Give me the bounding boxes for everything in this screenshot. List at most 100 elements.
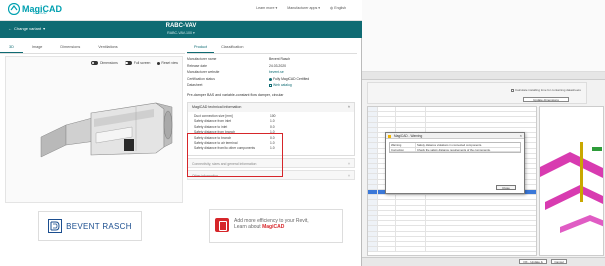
document-icon xyxy=(269,83,272,88)
table-cell xyxy=(368,169,378,174)
tab-product[interactable]: Product xyxy=(187,42,215,53)
toggle-switch[interactable] xyxy=(124,61,132,65)
damper-3d-model xyxy=(40,102,173,158)
product-title: RABC-VAV xyxy=(165,23,197,29)
table-cell xyxy=(378,215,396,221)
table-cell xyxy=(378,195,396,200)
technical-info-header[interactable]: MagiCAD technical information ˄ xyxy=(188,102,354,112)
table-cell xyxy=(368,127,378,132)
product-code-selector[interactable]: RABC-VAV-100 ▾ xyxy=(0,31,362,35)
bevent-rasch-name: BEVENT RASCH xyxy=(66,221,132,231)
table-cell xyxy=(368,236,378,241)
full-screen-label: Full screen xyxy=(133,61,151,65)
tab-3d[interactable]: 3D xyxy=(0,42,23,53)
reset-view-label: Reset view xyxy=(161,61,178,65)
table-cell xyxy=(378,107,396,112)
property-value: Bevent Rasch xyxy=(269,57,291,61)
table-cell xyxy=(378,122,396,127)
top-links: Learn more ▾ Manufacturer apps ▾ ◍ English xyxy=(256,6,346,10)
dimensions-toggle[interactable]: Dimensions xyxy=(91,61,118,65)
table-cell xyxy=(378,210,396,215)
table-cell xyxy=(368,164,378,169)
table-cell xyxy=(368,143,378,148)
tab-dimensions[interactable]: Dimensions xyxy=(51,42,89,53)
background-tab-strip xyxy=(361,72,605,80)
table-cell xyxy=(368,148,378,153)
tab-classification[interactable]: Classification xyxy=(214,42,250,53)
ok-update-close-button[interactable]: OK - Update & close xyxy=(519,259,547,266)
table-cell xyxy=(368,112,378,117)
viewer-toggles: Dimensions Full screen Reset view xyxy=(91,61,178,65)
property-label: Release date xyxy=(187,63,207,68)
learn-more-link[interactable]: Learn more ▾ xyxy=(256,6,277,10)
product-navbar: ← Change variant ▾ RABC-VAV RABC-VAV-100… xyxy=(0,21,362,38)
property-row: Manufacturer name Bevent Rasch xyxy=(187,56,355,63)
dialog-close-button[interactable]: Close xyxy=(496,185,516,190)
checkbox-box[interactable] xyxy=(511,88,514,92)
dialog-row-key: Correction xyxy=(390,147,416,152)
reset-icon xyxy=(157,61,161,65)
model-preview[interactable] xyxy=(539,106,604,256)
bevent-rasch-logo[interactable]: BEVENT RASCH xyxy=(38,211,142,241)
language-label: English xyxy=(334,6,346,10)
table-cell xyxy=(368,107,378,112)
certification-value: Fully MagiCAD Certified xyxy=(273,76,310,81)
table-cell xyxy=(378,117,396,122)
table-cell xyxy=(396,107,426,112)
datasheet-link[interactable]: Web catalog xyxy=(269,82,292,89)
reset-view-button[interactable]: Reset view xyxy=(157,61,178,65)
info-tabs: Product Classification xyxy=(187,42,357,54)
product-properties: Manufacturer name Bevent Rasch Release d… xyxy=(187,56,355,89)
property-label: Manufacturer website xyxy=(187,70,220,75)
table-cell xyxy=(368,200,378,205)
table-cell xyxy=(396,122,426,127)
table-cell xyxy=(378,205,396,210)
table-cell xyxy=(378,200,396,205)
toggle-switch[interactable] xyxy=(91,61,99,65)
3d-viewer[interactable]: Dimensions Full screen Reset view xyxy=(5,56,183,203)
table-cell xyxy=(368,205,378,210)
chevron-down-icon: ˅ xyxy=(348,161,350,166)
calculate-checkbox[interactable]: Calculate installing time for containing… xyxy=(511,88,581,92)
table-cell xyxy=(368,153,378,158)
table-cell xyxy=(396,236,426,241)
table-cell xyxy=(396,117,426,122)
tab-ventilations[interactable]: Ventilations xyxy=(89,42,126,53)
magicad-ad-banner[interactable]: Add more efficiency to your Revit, Learn… xyxy=(209,209,343,243)
viewer-tabs: 3D Image Dimensions Ventilations xyxy=(0,42,185,54)
table-cell xyxy=(396,241,426,247)
table-cell xyxy=(368,247,378,252)
table-cell xyxy=(378,241,396,247)
dialog-titlebar: MagiCAD - Warning × xyxy=(386,133,524,139)
learn-more-label: Learn more xyxy=(256,6,275,10)
update-dimensions-button[interactable]: Update dimensions xyxy=(523,97,569,102)
full-screen-toggle[interactable]: Full screen xyxy=(124,61,151,65)
tab-image[interactable]: Image xyxy=(23,42,52,53)
dialog-close-icon[interactable]: × xyxy=(520,133,522,139)
property-label: Manufacturer name xyxy=(187,57,217,61)
table-cell xyxy=(378,221,396,226)
table-cell xyxy=(396,195,426,200)
warning-icon xyxy=(388,134,391,138)
datasheet-label: Web catalog xyxy=(273,83,292,88)
bevent-rasch-icon xyxy=(48,219,63,233)
table-cell xyxy=(378,247,396,252)
manufacturer-apps-link[interactable]: Manufacturer apps ▾ xyxy=(287,6,320,10)
dialog-title: MagiCAD - Warning xyxy=(394,134,423,138)
warning-dialog: MagiCAD - Warning × Warning Safety dista… xyxy=(385,132,525,194)
manufacturer-website-link[interactable]: bevent.se xyxy=(269,69,284,76)
table-cell xyxy=(368,215,378,221)
duct-model-preview xyxy=(540,142,603,233)
table-cell xyxy=(368,132,378,138)
property-row: Release date 24.03.2020 xyxy=(187,63,355,70)
dialog-row-value: Check the safety distance requirements o… xyxy=(417,147,491,152)
dialog-message-table: Warning Safety distance violations in co… xyxy=(389,142,521,154)
logo-subtitle: CLOUD xyxy=(33,11,47,15)
dialog-row: Correction Check the safety distance req… xyxy=(390,147,520,153)
property-label: Certification status xyxy=(187,76,215,81)
table-row[interactable] xyxy=(368,247,536,253)
cancel-button[interactable]: Cancel xyxy=(551,259,567,264)
ad-brand: MagiCAD xyxy=(262,224,285,231)
property-label: Datasheet xyxy=(187,83,203,88)
language-selector[interactable]: ◍ English xyxy=(330,6,346,10)
